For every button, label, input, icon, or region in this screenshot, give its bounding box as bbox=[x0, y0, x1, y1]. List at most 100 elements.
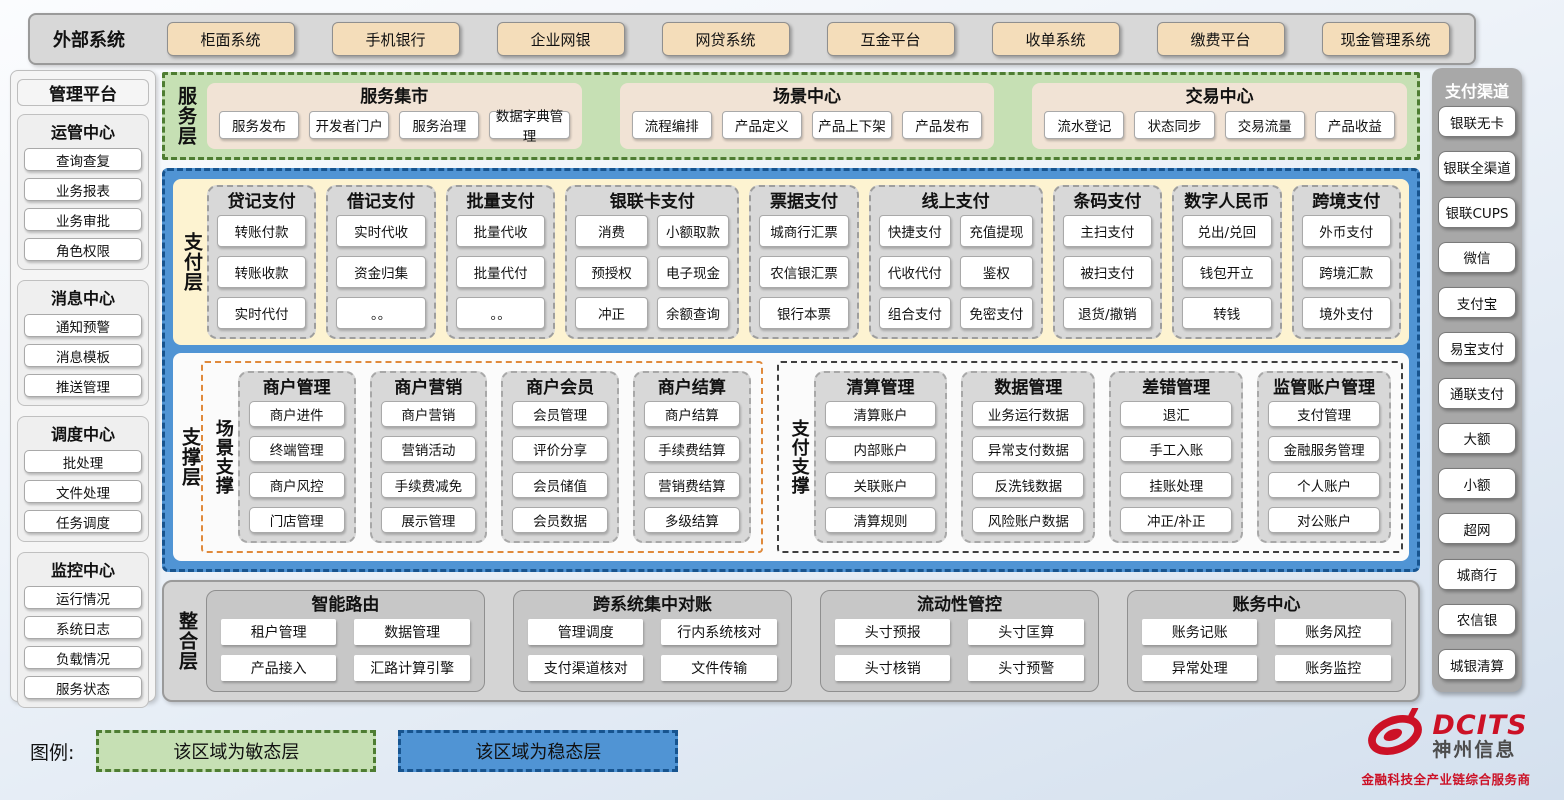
support-group: 场景支撑 商户管理 商户进件终端管理商户风控门店管理 商户营 bbox=[201, 361, 763, 553]
payment-category: 条码支付 主扫支付被扫支付退货/撤销 bbox=[1053, 185, 1162, 339]
payment-category: 银联卡支付 消费小额取款预授权电子现金冲正余额查询 bbox=[565, 185, 739, 339]
payment-channels-items: 银联无卡银联全渠道银联CUPS微信支付宝易宝支付通联支付大额小额超网城商行农信银… bbox=[1438, 106, 1516, 680]
integration-layer: 整合层 智能路由 租户管理数据管理产品接入汇路计算引擎 跨系统集中对账 管理调度… bbox=[162, 580, 1420, 702]
management-item-box: 通知预警 bbox=[24, 314, 142, 337]
integration-group-title: 账务中心 bbox=[1142, 592, 1391, 619]
service-item-box: 服务治理 bbox=[399, 111, 479, 139]
support-column: 差错管理 退汇手工入账挂账处理冲正/补正 bbox=[1109, 371, 1243, 543]
payment-category-title: 票据支付 bbox=[759, 190, 848, 215]
payment-channel-box: 银联全渠道 bbox=[1438, 151, 1516, 182]
integration-item-box: 头寸预警 bbox=[968, 655, 1084, 681]
integration-item-box: 头寸匡算 bbox=[968, 619, 1084, 645]
payment-category: 批量支付 批量代收批量代付。。 bbox=[446, 185, 555, 339]
integration-item-box: 文件传输 bbox=[661, 655, 777, 681]
payment-category-items: 消费小额取款预授权电子现金冲正余额查询 bbox=[575, 215, 729, 329]
support-column: 商户结算 商户结算手续费结算营销费结算多级结算 bbox=[633, 371, 751, 543]
payment-item-box: 兑出/兑回 bbox=[1182, 215, 1271, 247]
payment-item-box: 。。 bbox=[336, 297, 425, 329]
payment-channel-box: 银联CUPS bbox=[1438, 197, 1516, 228]
payment-item-box: 批量代付 bbox=[456, 256, 545, 288]
management-item-box: 业务审批 bbox=[24, 208, 142, 231]
payment-item-box: 预授权 bbox=[575, 256, 647, 288]
support-column-items: 会员管理评价分享会员储值会员数据 bbox=[512, 401, 608, 533]
payment-category: 票据支付 城商行汇票农信银汇票银行本票 bbox=[749, 185, 858, 339]
payment-category: 贷记支付 转账付款转账收款实时代付 bbox=[207, 185, 316, 339]
integration-group: 跨系统集中对账 管理调度行内系统核对支付渠道核对文件传输 bbox=[513, 590, 792, 692]
management-section-items: 查询查复业务报表业务审批角色权限 bbox=[24, 148, 142, 261]
support-item-box: 会员管理 bbox=[512, 401, 608, 427]
support-groups: 场景支撑 商户管理 商户进件终端管理商户风控门店管理 商户营 bbox=[201, 361, 1403, 553]
logo-names: DCITS 神州信息 bbox=[1432, 712, 1527, 762]
payment-category-title: 批量支付 bbox=[456, 190, 545, 215]
support-column-title: 清算管理 bbox=[825, 376, 937, 401]
payment-category-items: 主扫支付被扫支付退货/撤销 bbox=[1063, 215, 1152, 329]
legend: 图例: 该区域为敏态层 该区域为稳态层 bbox=[30, 730, 678, 772]
support-group-label: 支付支撑 bbox=[789, 371, 808, 543]
payment-category-items: 实时代收资金归集。。 bbox=[336, 215, 425, 329]
support-item-box: 商户风控 bbox=[249, 472, 345, 498]
support-column: 商户会员 会员管理评价分享会员储值会员数据 bbox=[501, 371, 619, 543]
payment-channel-box: 城商行 bbox=[1438, 559, 1516, 590]
support-column-items: 退汇手工入账挂账处理冲正/补正 bbox=[1120, 401, 1232, 533]
support-item-box: 内部账户 bbox=[825, 436, 937, 462]
management-item-box: 服务状态 bbox=[24, 676, 142, 699]
payment-category-title: 条码支付 bbox=[1063, 190, 1152, 215]
payment-item-box: 退货/撤销 bbox=[1063, 297, 1152, 329]
payment-channel-box: 超网 bbox=[1438, 513, 1516, 544]
stable-layer-container: 支付层 贷记支付 转账付款转账收款实时代付 借记支付 实时代收资金归集。。 bbox=[162, 168, 1420, 572]
management-item-box: 任务调度 bbox=[24, 510, 142, 533]
external-systems-label: 外部系统 bbox=[30, 26, 148, 52]
management-section-items: 批处理文件处理任务调度 bbox=[24, 450, 142, 533]
management-section-title: 运管中心 bbox=[24, 119, 142, 141]
external-system-box: 手机银行 bbox=[332, 22, 460, 56]
integration-item-box: 管理调度 bbox=[528, 619, 644, 645]
payment-channel-box: 通联支付 bbox=[1438, 378, 1516, 409]
payment-item-box: 资金归集 bbox=[336, 256, 425, 288]
support-column-title: 商户结算 bbox=[644, 376, 740, 401]
payment-category-title: 线上支付 bbox=[879, 190, 1033, 215]
payment-item-box: 组合支付 bbox=[879, 297, 951, 329]
external-system-box: 现金管理系统 bbox=[1322, 22, 1450, 56]
payment-item-box: 跨境汇款 bbox=[1302, 256, 1391, 288]
support-item-box: 金融服务管理 bbox=[1268, 436, 1380, 462]
support-group-label: 场景支撑 bbox=[213, 371, 232, 543]
support-column: 数据管理 业务运行数据异常支付数据反洗钱数据风险账户数据 bbox=[961, 371, 1095, 543]
management-section-items: 运行情况系统日志负载情况服务状态 bbox=[24, 586, 142, 699]
payment-item-box: 主扫支付 bbox=[1063, 215, 1152, 247]
payment-category-title: 借记支付 bbox=[336, 190, 425, 215]
management-section-title: 监控中心 bbox=[24, 557, 142, 579]
support-column-items: 商户进件终端管理商户风控门店管理 bbox=[249, 401, 345, 533]
support-item-box: 评价分享 bbox=[512, 436, 608, 462]
payment-layer-label: 支付层 bbox=[181, 185, 201, 339]
management-item-box: 负载情况 bbox=[24, 646, 142, 669]
payment-item-box: 消费 bbox=[575, 215, 647, 247]
payment-category: 数字人民币 兑出/兑回钱包开立转钱 bbox=[1172, 185, 1281, 339]
support-item-box: 异常支付数据 bbox=[972, 436, 1084, 462]
support-column: 商户管理 商户进件终端管理商户风控门店管理 bbox=[238, 371, 356, 543]
support-item-box: 手续费减免 bbox=[381, 472, 477, 498]
management-item-box: 消息模板 bbox=[24, 344, 142, 367]
support-column-title: 数据管理 bbox=[972, 376, 1084, 401]
integration-item-box: 账务监控 bbox=[1275, 655, 1391, 681]
service-item-box: 开发者门户 bbox=[309, 111, 389, 139]
management-section: 监控中心 运行情况系统日志负载情况服务状态 bbox=[17, 552, 149, 708]
service-layer: 服务层 服务集市 服务发布开发者门户服务治理数据字典管理 场景中心 流程编排产品… bbox=[162, 72, 1420, 160]
support-item-box: 个人账户 bbox=[1268, 472, 1380, 498]
support-item-box: 商户营销 bbox=[381, 401, 477, 427]
management-section: 消息中心 通知预警消息模板推送管理 bbox=[17, 280, 149, 406]
support-column-items: 清算账户内部账户关联账户清算规则 bbox=[825, 401, 937, 533]
payment-item-box: 批量代收 bbox=[456, 215, 545, 247]
service-layer-label: 服务层 bbox=[175, 83, 195, 149]
service-item-box: 数据字典管理 bbox=[489, 111, 569, 139]
support-item-box: 退汇 bbox=[1120, 401, 1232, 427]
support-column-items: 商户营销营销活动手续费减免展示管理 bbox=[381, 401, 477, 533]
payment-category-title: 银联卡支付 bbox=[575, 190, 729, 215]
service-groups: 服务集市 服务发布开发者门户服务治理数据字典管理 场景中心 流程编排产品定义产品… bbox=[207, 83, 1407, 149]
service-group: 服务集市 服务发布开发者门户服务治理数据字典管理 bbox=[207, 83, 582, 149]
payment-channel-box: 易宝支付 bbox=[1438, 332, 1516, 363]
payment-channel-box: 银联无卡 bbox=[1438, 106, 1516, 137]
payment-item-box: 境外支付 bbox=[1302, 297, 1391, 329]
payment-item-box: 银行本票 bbox=[759, 297, 848, 329]
management-sections: 运管中心 查询查复业务报表业务审批角色权限 消息中心 通知预警消息模板推送管理 … bbox=[17, 114, 149, 708]
service-group-items: 流程编排产品定义产品上下架产品发布 bbox=[632, 110, 983, 140]
